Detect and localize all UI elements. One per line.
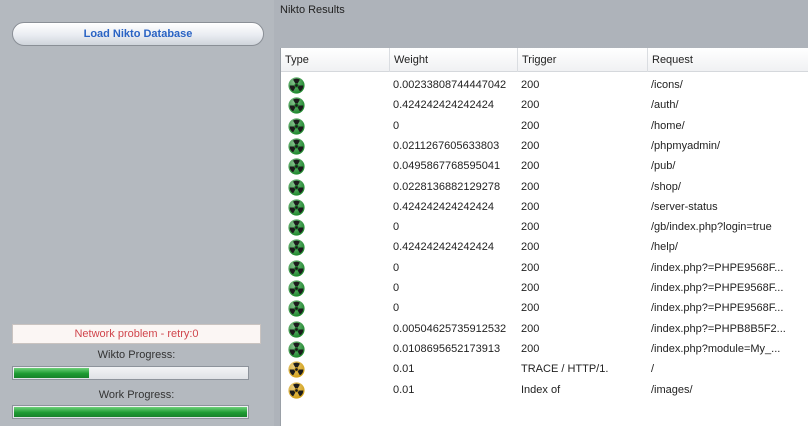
request-cell: /phpmyadmin/ [651,139,721,152]
request-cell: /index.php?=PHPE9568F... [651,302,784,315]
weight-cell: 0.0228136882129278 [393,180,501,193]
table-row[interactable]: 0.0228136882129278 200/shop/ [281,177,808,198]
work-progress-bar [12,405,249,419]
request-cell: /index.php?=PHPE9568F... [651,261,784,274]
left-panel: Load Nikto Database Network problem - re… [0,0,274,426]
trigger-cell: Index of [521,383,561,396]
trigger-cell: 200 [521,282,540,294]
trigger-cell: 200 [521,241,540,254]
green-radiation-icon [288,300,305,317]
results-header: Type Weight Trigger Request [281,48,808,72]
column-header-weight[interactable]: Weight [389,48,517,72]
green-radiation-icon [288,219,305,236]
work-progress-fill [14,407,247,417]
weight-cell: 0.424242424242424 [393,241,494,254]
weight-cell: 0 [393,221,400,234]
results-grid: Type Weight Trigger Request 0.0023380874… [280,48,808,426]
table-row[interactable]: 0 200/index.php?=PHPE9568F... [281,298,808,319]
request-cell: /server-status [651,200,718,213]
trigger-cell: 200 [521,261,540,274]
green-radiation-icon [288,199,305,216]
weight-cell: 0 [393,119,400,132]
table-row[interactable]: 0.424242424242424 200/help/ [281,237,808,258]
trigger-cell: TRACE / HTTP/1. [521,363,609,376]
table-row[interactable]: 0.00233808744447042 200/icons/ [281,75,808,96]
table-row[interactable]: 0.0211267605633803 200/phpmyadmin/ [281,136,808,157]
green-radiation-icon [288,97,305,114]
request-cell: /auth/ [651,99,679,112]
request-cell: /index.php?=PHPB8B5F2... [651,322,786,335]
trigger-cell: 200 [521,302,540,315]
green-radiation-icon [288,341,305,358]
column-header-request[interactable]: Request [647,48,808,72]
table-row[interactable]: 0.0108695652173913 200/index.php?module=M… [281,339,808,360]
weight-cell: 0.424242424242424 [393,99,494,112]
table-row[interactable]: 0.424242424242424 200/auth/ [281,95,808,116]
column-header-type[interactable]: Type [281,48,389,72]
weight-cell: 0 [393,302,400,315]
wikto-progress-label: Wikto Progress: [97,349,176,361]
request-cell: /images/ [651,383,693,396]
results-panel: Nikto Results Type Weight Trigger Reques… [274,0,808,426]
table-row[interactable]: 0.424242424242424 200/server-status [281,197,808,218]
trigger-cell: 200 [521,221,540,234]
weight-cell: 0.00504625735912532 [393,322,507,335]
table-row[interactable]: 0 200/gb/index.php?login=true [281,217,808,238]
trigger-cell: 200 [521,160,540,173]
green-radiation-icon [288,178,305,196]
weight-cell: 0.0108695652173913 [393,342,501,355]
table-row[interactable]: 0 200/home/ [281,116,808,137]
table-row[interactable]: 0 200/index.php?=PHPE9568F... [281,258,808,279]
trigger-cell: 200 [521,180,540,193]
table-row[interactable]: 0 200/index.php?=PHPE9568F... [281,278,808,299]
weight-cell: 0.424242424242424 [393,200,494,213]
load-nikto-database-button[interactable]: Load Nikto Database [12,22,264,46]
weight-cell: 0.0211267605633803 [393,139,500,152]
green-radiation-icon [288,239,305,256]
green-radiation-icon [288,77,305,94]
trigger-cell: 200 [521,119,540,132]
table-row[interactable]: 0.00504625735912532 200/index.php?=PHPB8B… [281,319,808,340]
trigger-cell: 200 [521,342,540,355]
table-row[interactable]: 0.0495867768595041 200/pub/ [281,156,808,177]
request-cell: /index.php?=PHPE9568F... [651,282,784,294]
trigger-cell: 200 [521,139,540,152]
green-radiation-icon [288,321,305,338]
weight-cell: 0.01 [393,383,415,396]
wikto-progress-fill [14,368,89,378]
column-header-trigger[interactable]: Trigger [517,48,647,72]
green-radiation-icon [288,280,305,297]
request-cell: /pub/ [651,160,676,173]
yellow-radiation-icon [288,381,305,399]
table-row[interactable]: 0.01 Index of/images/ [281,380,808,401]
request-cell: /gb/index.php?login=true [651,221,772,234]
green-radiation-icon [288,260,305,277]
request-cell: /home/ [651,119,685,132]
trigger-cell: 200 [521,200,540,213]
request-cell: /help/ [651,241,678,254]
weight-cell: 0 [393,282,400,294]
weight-cell: 0.01 [393,363,415,376]
request-cell: /shop/ [651,180,681,193]
request-cell: /index.php?module=My_... [651,342,781,355]
results-title: Nikto Results [280,4,345,16]
weight-cell: 0 [393,261,400,274]
request-cell: /icons/ [651,79,683,91]
wikto-progress-bar [12,366,249,380]
trigger-cell: 200 [521,79,540,91]
green-radiation-icon [288,138,305,155]
table-row[interactable]: 0.01 TRACE / HTTP/1. / [281,359,808,380]
green-radiation-icon [288,158,305,175]
network-status-label: Network problem - retry:0 [12,324,261,344]
weight-cell: 0.00233808744447042 [393,79,507,91]
trigger-cell: 200 [521,99,540,112]
request-cell: / [651,363,655,376]
weight-cell: 0.0495867768595041 [393,160,501,173]
trigger-cell: 200 [521,322,540,335]
yellow-radiation-icon [288,361,305,378]
work-progress-label: Work Progress: [98,389,175,401]
green-radiation-icon [288,118,305,135]
